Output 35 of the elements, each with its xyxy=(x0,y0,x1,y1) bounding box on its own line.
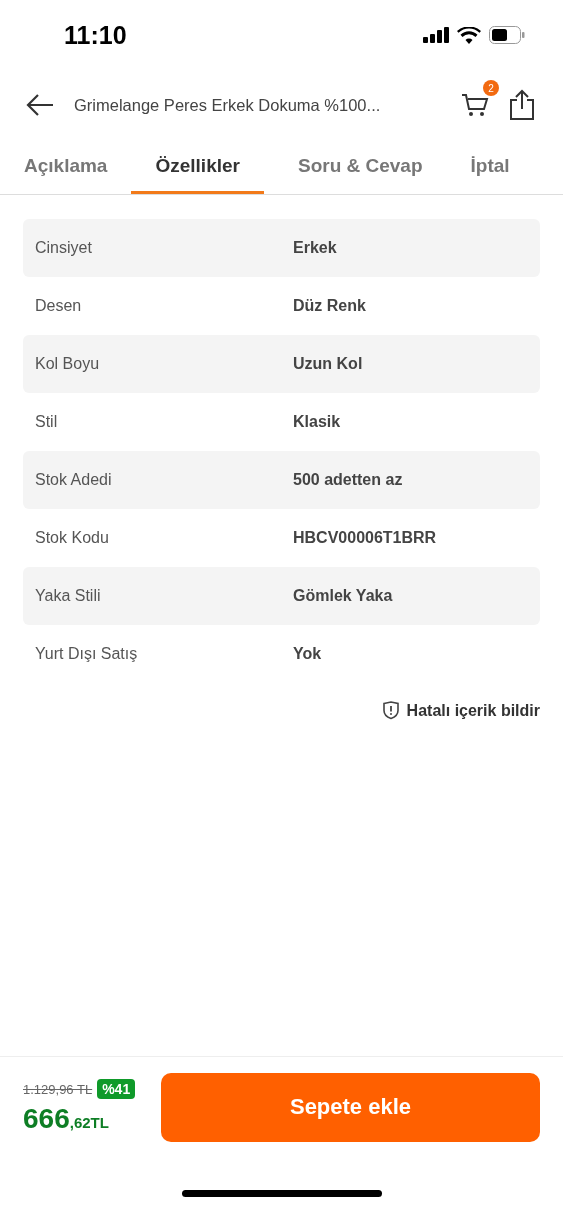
property-name: Cinsiyet xyxy=(34,239,93,257)
property-name: Yaka Stili xyxy=(34,587,102,605)
property-name: Stok Kodu xyxy=(34,529,110,547)
tab[interactable]: Özellikler xyxy=(131,140,264,194)
property-name: Desen xyxy=(34,297,83,315)
share-icon[interactable] xyxy=(509,89,535,121)
shield-alert-icon xyxy=(382,701,399,720)
property-value: 500 adetten az xyxy=(293,471,403,489)
property-value: Yok xyxy=(293,645,322,663)
wifi-icon xyxy=(457,26,481,44)
property-name: Stil xyxy=(34,413,59,431)
cart-icon[interactable] xyxy=(461,92,489,118)
property-name: Stok Adedi xyxy=(34,471,113,489)
back-arrow-icon[interactable] xyxy=(26,93,54,117)
product-title: Grimelange Peres Erkek Dokuma %100... xyxy=(74,95,382,115)
property-name: Yurt Dışı Satış xyxy=(34,645,139,663)
property-value: Erkek xyxy=(293,239,337,257)
property-value: Klasik xyxy=(293,413,341,431)
tab[interactable]: Soru & Cevap xyxy=(297,140,423,194)
property-value: Düz Renk xyxy=(293,297,366,315)
tab[interactable]: İptal xyxy=(470,140,510,194)
price: 666,62TL xyxy=(23,1103,110,1135)
add-to-cart-button[interactable]: Sepete ekle xyxy=(161,1072,540,1142)
property-name: Kol Boyu xyxy=(34,355,101,373)
status-time: 11:10 xyxy=(64,20,127,50)
discount-badge: %41 xyxy=(97,1079,136,1099)
cart-count-badge: 2 xyxy=(483,80,499,96)
old-price: 1.129,96 TL xyxy=(23,1081,93,1097)
signal-icon xyxy=(423,27,449,43)
property-value: Gömlek Yaka xyxy=(293,587,393,605)
property-value: HBCV00006T1BRR xyxy=(293,529,437,547)
tab[interactable]: Açıklama xyxy=(24,140,108,194)
report-link[interactable]: Hatalı içerik bildir xyxy=(382,701,540,720)
battery-icon xyxy=(489,26,525,44)
property-value: Uzun Kol xyxy=(293,355,363,373)
